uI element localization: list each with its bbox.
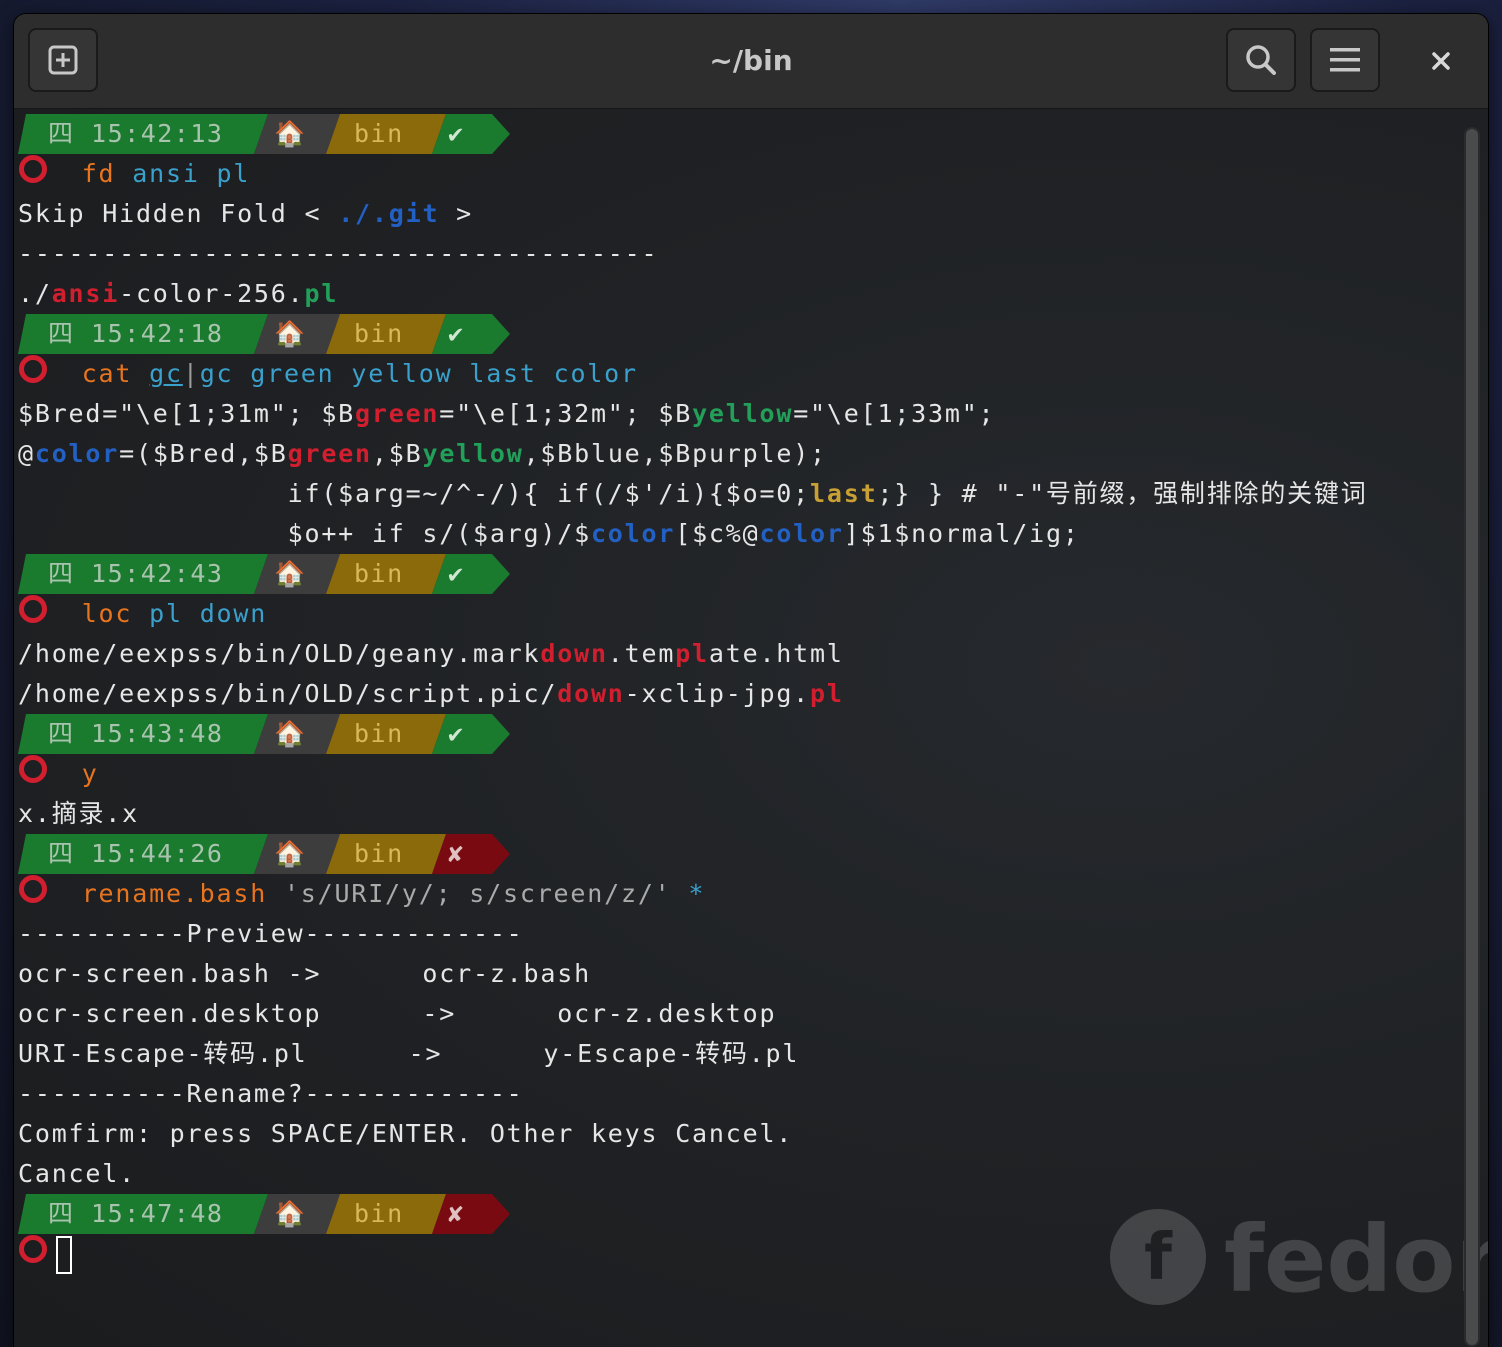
prompt-ring-icon: [18, 874, 48, 916]
output-line: ocr-screen.bash -> ocr-z.bash: [18, 959, 591, 988]
new-tab-button[interactable]: [28, 28, 98, 92]
prompt-time: 四 15:42:43: [48, 559, 224, 588]
home-icon: 🏠: [274, 719, 307, 748]
terminal-area[interactable]: f fedora 四 15:42:13🏠bin✔ fd ansi pl Skip…: [14, 109, 1488, 1347]
prompt-time: 四 15:43:48: [48, 719, 224, 748]
check-icon: ✔: [448, 559, 465, 588]
scrollbar-thumb[interactable]: [1466, 129, 1478, 1345]
home-icon: 🏠: [274, 559, 307, 588]
output-line: URI-Escape-转码.pl -> y-Escape-转码.pl: [18, 1039, 800, 1068]
output-line: ./ansi-color-256.pl: [18, 279, 339, 308]
command-line: loc pl down: [18, 594, 1368, 634]
command-line: rename.bash 's/URI/y/; s/screen/z/' *: [18, 874, 1368, 914]
prompt-ring-icon: [18, 354, 48, 396]
command-line: cat gc|gc green yellow last color: [18, 354, 1368, 394]
prompt-time: 四 15:44:26: [48, 839, 224, 868]
prompt-time: 四 15:42:13: [48, 119, 224, 148]
check-icon: ✔: [448, 119, 465, 148]
output-line: Skip Hidden Fold < ./.git >: [18, 199, 473, 228]
hamburger-menu-icon: [1330, 48, 1360, 72]
output-line: /home/eexpss/bin/OLD/script.pic/down-xcl…: [18, 679, 844, 708]
prompt-bar: 四 15:44:26 🏠 bin ✘: [18, 834, 518, 874]
search-icon: [1246, 45, 1276, 75]
output-line: x.摘录.x: [18, 799, 140, 828]
output-line: $o++ if s/($arg)/$color[$c%@color]$1$nor…: [18, 519, 1080, 548]
prompt-dir: bin: [354, 119, 404, 148]
prompt-bar: 四 15:42:18 🏠 bin ✔: [18, 314, 518, 354]
home-icon: 🏠: [274, 119, 307, 148]
terminal-output: 四 15:42:13 🏠 bin ✔ fd ansi pl Skip Hidden F…: [18, 114, 1368, 1274]
prompt-bar: 四 15:47:48 🏠 bin ✘: [18, 1194, 518, 1234]
prompt-ring-icon: [18, 1234, 48, 1276]
search-button[interactable]: [1226, 28, 1296, 92]
prompt-ring-icon: [18, 754, 48, 796]
output-line: if($arg=~/^-/){ if(/$'/i){$o=0;last;} } …: [18, 479, 1368, 508]
output-line: ocr-screen.desktop -> ocr-z.desktop: [18, 999, 777, 1028]
output-line: $Bred="\e[1;31m"; $Bgreen="\e[1;32m"; $B…: [18, 399, 996, 428]
prompt-bar: 四 15:42:43 🏠 bin ✔: [18, 554, 518, 594]
prompt-bar: 四 15:43:48 🏠 bin ✔: [18, 714, 518, 754]
command-line: y: [18, 754, 1368, 794]
close-button[interactable]: [1424, 44, 1458, 78]
prompt-time: 四 15:42:18: [48, 319, 224, 348]
cross-icon: ✘: [448, 839, 465, 868]
home-icon: 🏠: [274, 839, 307, 868]
new-tab-icon: [48, 45, 78, 75]
prompt-bar: 四 15:42:13 🏠 bin ✔: [18, 114, 518, 154]
output-line: ----------Preview-------------: [18, 919, 524, 948]
menu-button[interactable]: [1310, 28, 1380, 92]
prompt-dir: bin: [354, 1199, 404, 1228]
output-line: @color=($Bred,$Bgreen,$Byellow,$Bblue,$B…: [18, 439, 827, 468]
prompt-ring-icon: [18, 154, 48, 196]
close-icon: [1432, 52, 1450, 70]
output-line: Comfirm: press SPACE/ENTER. Other keys C…: [18, 1119, 794, 1148]
output-line: --------------------------------------: [18, 239, 659, 268]
prompt-time: 四 15:47:48: [48, 1199, 224, 1228]
prompt-ring-icon: [18, 594, 48, 636]
home-icon: 🏠: [274, 319, 307, 348]
command-line[interactable]: [18, 1234, 1368, 1274]
check-icon: ✔: [448, 719, 465, 748]
text-cursor: [56, 1236, 72, 1274]
output-line: Cancel.: [18, 1159, 136, 1188]
prompt-dir: bin: [354, 559, 404, 588]
check-icon: ✔: [448, 319, 465, 348]
home-icon: 🏠: [274, 1199, 307, 1228]
prompt-dir: bin: [354, 319, 404, 348]
prompt-dir: bin: [354, 839, 404, 868]
scrollbar[interactable]: [1464, 127, 1480, 1347]
terminal-window: ~/bin f fedora: [14, 14, 1488, 1347]
cross-icon: ✘: [448, 1199, 465, 1228]
output-line: /home/eexpss/bin/OLD/geany.markdown.temp…: [18, 639, 844, 668]
prompt-dir: bin: [354, 719, 404, 748]
header-bar: ~/bin: [14, 14, 1488, 109]
command-line: fd ansi pl: [18, 154, 1368, 194]
output-line: ----------Rename?-------------: [18, 1079, 524, 1108]
